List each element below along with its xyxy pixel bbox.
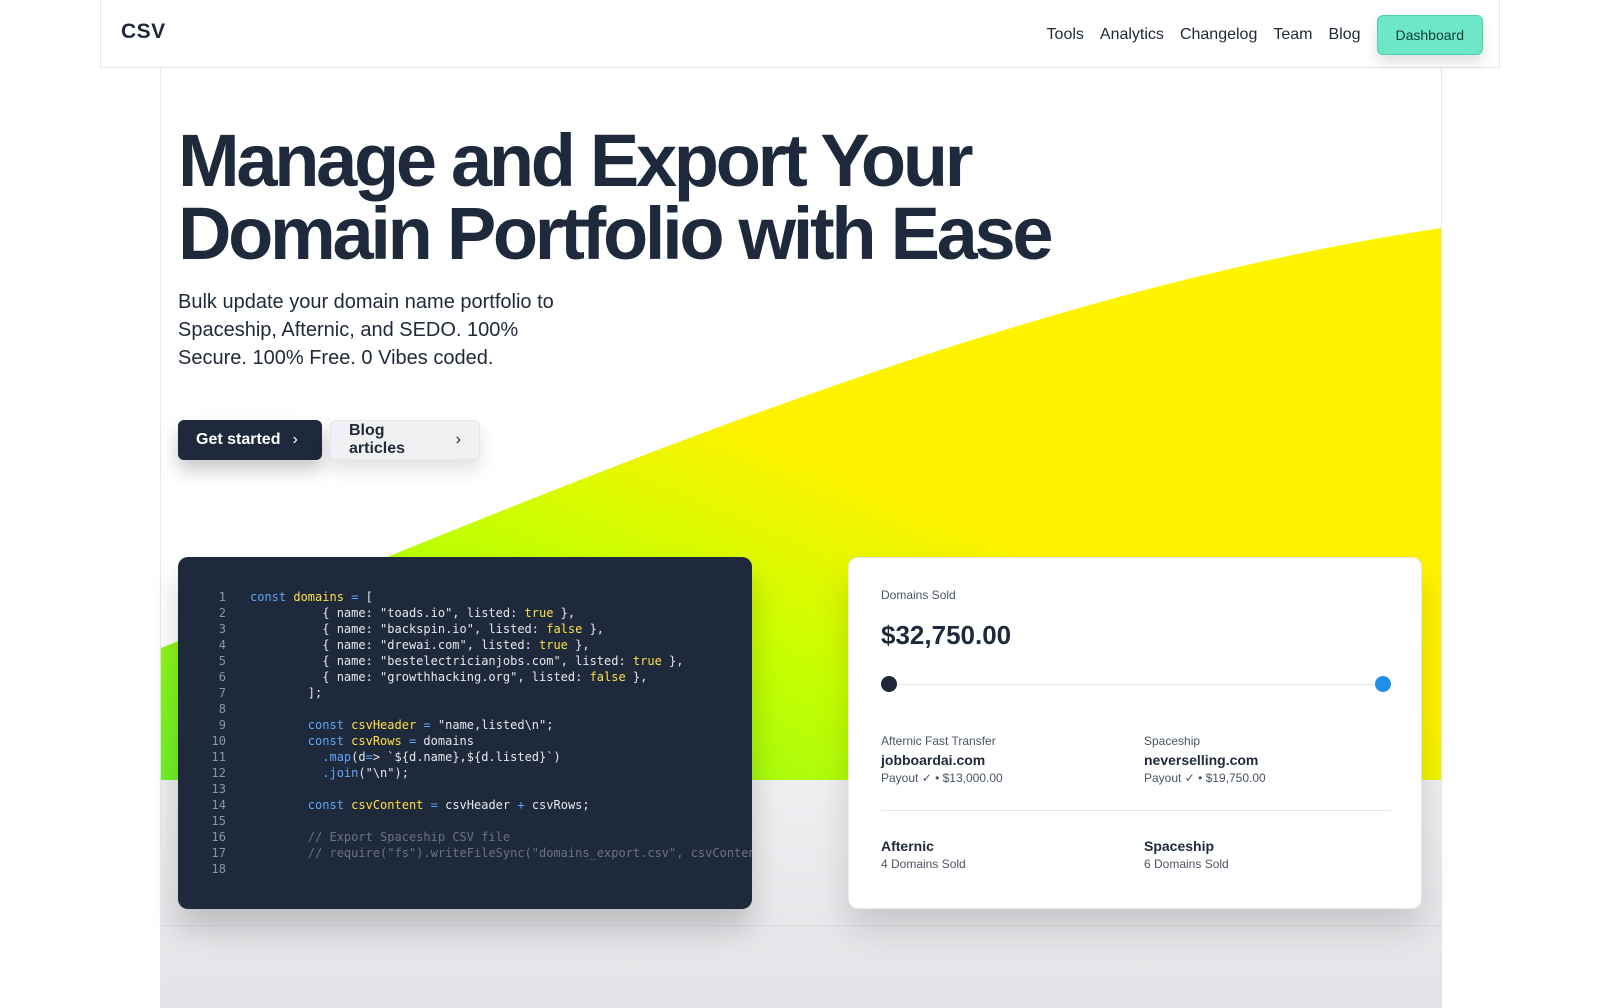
code-line: 18 [178, 861, 752, 877]
slider-handle-start[interactable] [881, 676, 897, 692]
code-line: 2 { name: "toads.io", listed: true }, [178, 605, 752, 621]
code-line: 14 const csvContent = csvHeader + csvRow… [178, 797, 752, 813]
hero-subtitle: Bulk update your domain name portfolio t… [178, 291, 554, 369]
code-text: const csvHeader = "name,listed\n"; [307, 718, 554, 732]
marketplace-summary: Afternic 4 Domains Sold [881, 838, 966, 871]
code-line: 4 { name: "drewai.com", listed: true }, [178, 637, 752, 653]
line-number: 8 [218, 702, 226, 716]
chevron-right-icon: › [292, 431, 298, 448]
code-line: 1 const domains = [ [178, 589, 752, 605]
code-text: { name: "growthhacking.org", listed: fal… [250, 670, 648, 684]
sale-item: Spaceship neverselling.com Payout ✓ • $1… [1144, 734, 1266, 785]
sale-payout: Payout ✓ • $13,000.00 [881, 771, 1003, 785]
code-text: // require("fs").writeFileSync("domains_… [307, 846, 752, 860]
sale-source: Afternic Fast Transfer [881, 734, 996, 748]
marketplace-name: Afternic [881, 838, 934, 854]
code-line: 5 { name: "bestelectricianjobs.com", lis… [178, 653, 752, 669]
code-line: 16 // Export Spaceship CSV file [178, 829, 752, 845]
code-text: .join("\n"); [322, 766, 409, 780]
hero-title-line-1: Manage and Export Your [178, 119, 974, 202]
nav-links: Tools Analytics Changelog Team Blog Dash… [1047, 15, 1483, 55]
code-line: 10 const csvRows = domains [178, 733, 752, 749]
code-line: 6 { name: "growthhacking.org", listed: f… [178, 669, 752, 685]
code-line: 3 { name: "backspin.io", listed: false }… [178, 621, 752, 637]
code-line: 7 ]; [178, 685, 752, 701]
code-text: const csvContent = csvHeader + csvRows; [307, 798, 590, 812]
nav-link-changelog[interactable]: Changelog [1180, 26, 1257, 44]
marketplace-count: 4 Domains Sold [881, 857, 966, 871]
logo[interactable]: CSV [121, 20, 166, 44]
blog-articles-button[interactable]: Blog articles › [330, 420, 480, 460]
line-number: 2 [218, 606, 226, 620]
code-line: 9 const csvHeader = "name,listed\n"; [178, 717, 752, 733]
code-text: ]; [250, 686, 323, 700]
chevron-right-icon: › [455, 431, 461, 448]
sale-domain: jobboardai.com [881, 752, 986, 768]
get-started-label: Get started [196, 431, 281, 448]
line-number: 17 [211, 846, 226, 860]
code-text: const csvRows = domains [307, 734, 474, 748]
hero-title: Manage and Export Your Domain Portfolio … [178, 124, 1054, 271]
sale-item: Afternic Fast Transfer jobboardai.com Pa… [881, 734, 1003, 785]
slider-track [889, 684, 1383, 685]
code-text: const domains = [ [250, 590, 373, 604]
marketplace-summary: Spaceship 6 Domains Sold [1144, 838, 1229, 871]
nav-link-team[interactable]: Team [1273, 26, 1312, 44]
blog-articles-label: Blog articles [349, 422, 406, 457]
section-divider [161, 925, 1441, 926]
line-number: 13 [211, 782, 226, 796]
line-number: 4 [218, 638, 226, 652]
line-number: 15 [211, 814, 226, 828]
line-number: 11 [211, 750, 226, 764]
marketplace-count: 6 Domains Sold [1144, 857, 1229, 871]
domains-sold-card: Domains Sold $32,750.00 Afternic Fast Tr… [848, 557, 1422, 909]
nav-link-analytics[interactable]: Analytics [1100, 26, 1164, 44]
code-line: 13 [178, 781, 752, 797]
code-line: 12 .join("\n"); [178, 765, 752, 781]
hero-title-line-2: Domain Portfolio with Ease [178, 192, 1054, 275]
code-text: { name: "toads.io", listed: true }, [250, 606, 576, 620]
line-number: 16 [211, 830, 226, 844]
code-text: { name: "backspin.io", listed: false }, [250, 622, 605, 636]
code-text: .map(d=> `${d.name},${d.listed}`) [322, 750, 561, 764]
code-line: 15 [178, 813, 752, 829]
code-text: // Export Spaceship CSV file [307, 830, 511, 844]
line-number: 18 [211, 862, 226, 876]
line-number: 6 [218, 670, 226, 684]
sale-payout: Payout ✓ • $19,750.00 [1144, 771, 1266, 785]
sale-source: Spaceship [1144, 734, 1201, 748]
line-number: 9 [218, 718, 226, 732]
line-number: 12 [211, 766, 226, 780]
dashboard-button[interactable]: Dashboard [1376, 15, 1483, 55]
top-navbar: CSV Tools Analytics Changelog Team Blog … [100, 0, 1500, 68]
code-text: { name: "drewai.com", listed: true }, [250, 638, 590, 652]
line-number: 5 [218, 654, 226, 668]
line-number: 7 [218, 686, 226, 700]
line-number: 1 [218, 590, 226, 604]
sale-domain: neverselling.com [1144, 752, 1259, 768]
line-number: 3 [218, 622, 226, 636]
marketplace-name: Spaceship [1144, 838, 1215, 854]
code-snippet-card: 1 const domains = [2 { name: "toads.io", … [178, 557, 752, 909]
line-number: 10 [211, 734, 226, 748]
nav-link-tools[interactable]: Tools [1047, 26, 1084, 44]
domains-sold-amount: $32,750.00 [881, 620, 1012, 650]
slider-handle-end[interactable] [1375, 676, 1391, 692]
get-started-button[interactable]: Get started › [178, 420, 322, 460]
code-text: { name: "bestelectricianjobs.com", liste… [250, 654, 684, 668]
code-line: 11 .map(d=> `${d.name},${d.listed}`) [178, 749, 752, 765]
line-number: 14 [211, 798, 226, 812]
code-line: 17 // require("fs").writeFileSync("domai… [178, 845, 752, 861]
domains-sold-label: Domains Sold [881, 588, 956, 602]
code-line: 8 [178, 701, 752, 717]
nav-link-blog[interactable]: Blog [1328, 26, 1360, 44]
stats-divider [881, 810, 1391, 811]
